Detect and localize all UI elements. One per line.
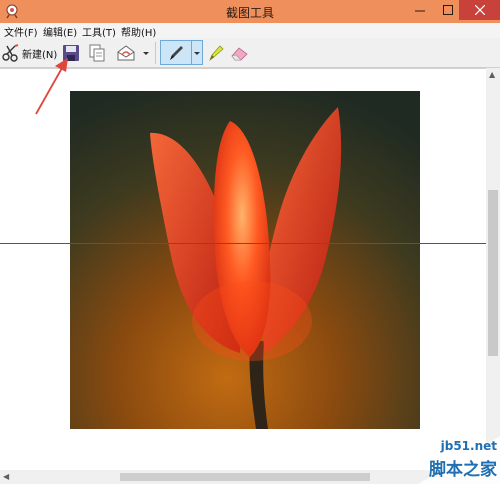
scissors-icon <box>2 44 19 62</box>
close-icon <box>474 5 485 15</box>
close-button[interactable] <box>459 0 500 20</box>
chevron-down-icon <box>143 52 149 55</box>
send-snip-button[interactable] <box>116 42 136 64</box>
menu-help[interactable]: 帮助(H) <box>121 24 156 39</box>
menu-bar: 文件(F) 编辑(E) 工具(T) 帮助(H) <box>0 23 500 39</box>
pen-tool-button[interactable] <box>160 40 203 65</box>
copy-icon <box>89 44 105 62</box>
save-icon <box>63 45 79 61</box>
watermark: jb51.net 脚本之家 <box>418 436 500 484</box>
minimize-icon <box>415 10 425 12</box>
menu-edit[interactable]: 编辑(E) <box>43 24 77 39</box>
menu-file[interactable]: 文件(F) <box>4 24 38 39</box>
envelope-icon <box>117 45 135 61</box>
new-snip-label: 新建(N) <box>22 49 58 61</box>
maximize-icon <box>443 5 453 15</box>
highlighter-button[interactable] <box>207 42 225 64</box>
highlighter-icon <box>209 45 224 62</box>
horizontal-scroll-thumb[interactable] <box>120 473 370 481</box>
tulip-image <box>70 91 420 429</box>
watermark-site-name: 脚本之家 <box>429 460 497 480</box>
eraser-icon <box>231 47 248 61</box>
toolbar: 新建(N) <box>0 38 500 68</box>
watermark-domain: jb51.net <box>440 439 497 453</box>
scroll-left-icon[interactable]: ◀ <box>3 472 9 481</box>
maximize-button[interactable] <box>434 0 462 20</box>
snip-canvas[interactable] <box>0 68 486 471</box>
vertical-scrollbar[interactable]: ▲ <box>486 68 500 470</box>
copy-button[interactable] <box>88 42 106 64</box>
horizontal-scrollbar[interactable]: ◀ <box>0 470 486 484</box>
new-snip-button[interactable]: 新建(N) <box>2 42 57 64</box>
vertical-scroll-thumb[interactable] <box>488 190 498 356</box>
send-dropdown-button[interactable] <box>142 42 150 64</box>
eraser-button[interactable] <box>229 42 249 64</box>
title-bar: 截图工具 <box>0 0 500 23</box>
pen-icon <box>170 46 183 60</box>
pen-stroke-line <box>0 243 486 244</box>
pen-dropdown-chevron-icon[interactable] <box>193 44 201 62</box>
snipping-tool-window: 截图工具 文件(F) 编辑(E) 工具(T) 帮助(H) 新建(N) ▲ ◀ j… <box>0 0 500 484</box>
minimize-button[interactable] <box>406 0 434 20</box>
save-snip-button[interactable] <box>62 42 80 64</box>
pen-split-divider <box>191 41 192 64</box>
menu-tools[interactable]: 工具(T) <box>82 24 116 39</box>
captured-photo <box>70 91 420 429</box>
toolbar-divider <box>155 42 156 64</box>
scroll-up-icon[interactable]: ▲ <box>489 70 495 79</box>
